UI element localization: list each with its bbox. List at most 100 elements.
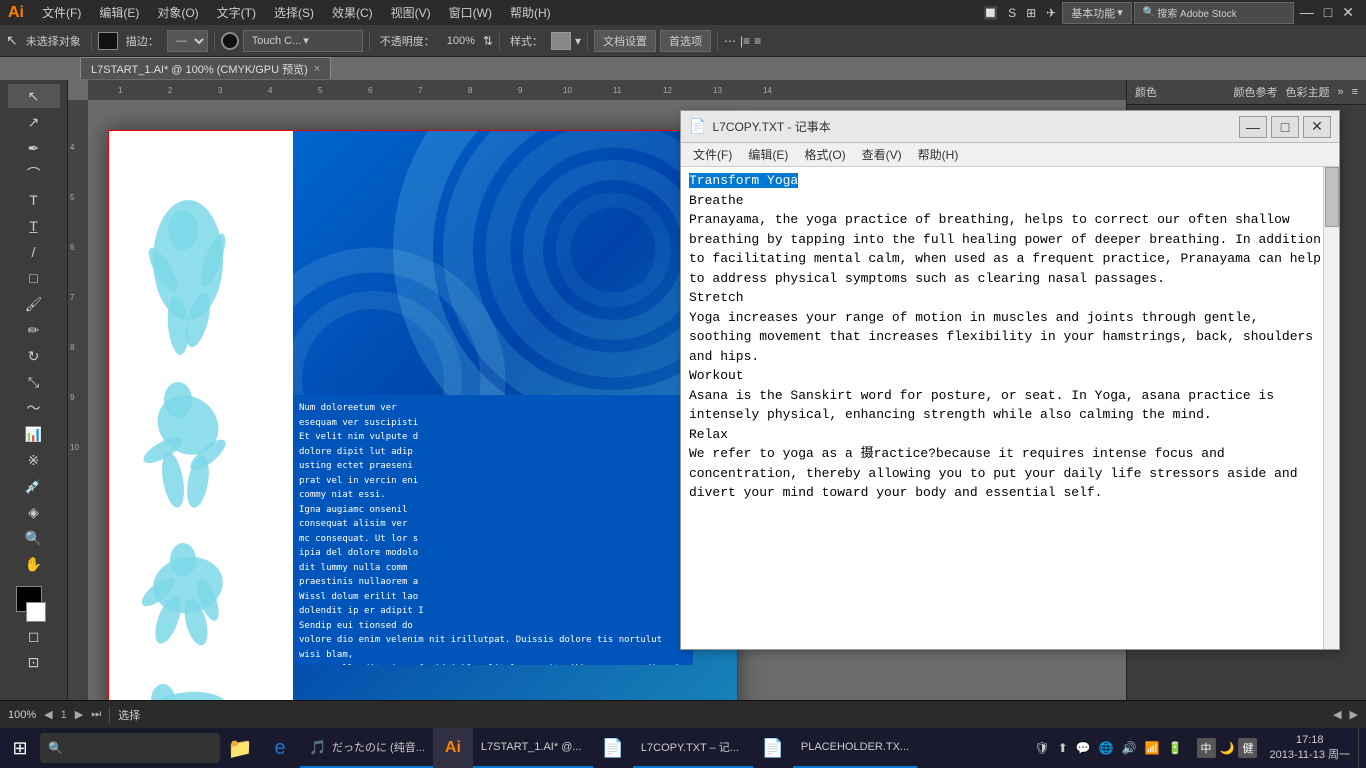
menu-view[interactable]: 视图(V) bbox=[383, 2, 439, 23]
selection-tool-icon[interactable]: ↖ bbox=[6, 32, 18, 49]
toolbar-panels-icon[interactable]: |≡ bbox=[740, 34, 750, 48]
taskbar-app-music[interactable]: 🎵 だったのに (纯音... bbox=[300, 728, 433, 768]
network-icon[interactable]: 🌐 bbox=[1097, 739, 1116, 757]
menu-window[interactable]: 窗口(W) bbox=[441, 2, 500, 23]
color-panel-header: 颜色 颜色参考 色彩主题 » ≡ bbox=[1127, 80, 1366, 105]
update-icon[interactable]: ⬆ bbox=[1056, 739, 1070, 757]
connection-icon[interactable]: 📶 bbox=[1143, 739, 1162, 757]
menu-object[interactable]: 对象(O) bbox=[149, 2, 206, 23]
system-clock[interactable]: 17:18 2013-11-13 周一 bbox=[1261, 733, 1358, 764]
direct-selection-tool[interactable]: ↗ bbox=[8, 110, 60, 134]
fill-color-box[interactable] bbox=[98, 32, 118, 50]
panel-expand-icon[interactable]: » bbox=[1337, 86, 1343, 98]
opacity-stepper[interactable]: ⇅ bbox=[483, 34, 493, 48]
line-tool[interactable]: / bbox=[8, 240, 60, 264]
toolbar-more-icon[interactable]: ⋯ bbox=[724, 34, 736, 48]
screen-mode-button[interactable]: ⊡ bbox=[8, 650, 60, 674]
stroke-width-select[interactable]: — bbox=[167, 30, 208, 52]
extension-icon-2[interactable]: S bbox=[1004, 6, 1020, 20]
symbol-tool[interactable]: ※ bbox=[8, 448, 60, 472]
scrollbar-thumb[interactable] bbox=[1325, 167, 1339, 227]
notepad-minimize-button[interactable]: — bbox=[1239, 116, 1267, 138]
ime-health-icon[interactable]: 健 bbox=[1238, 738, 1257, 758]
hand-tool[interactable]: ✋ bbox=[8, 552, 60, 576]
artboard-body-text: Num doloreetum ver esequam ver suscipist… bbox=[299, 403, 684, 665]
send-icon[interactable]: ✈ bbox=[1042, 6, 1060, 20]
rotate-tool[interactable]: ↻ bbox=[8, 344, 60, 368]
grid-icon[interactable]: ⊞ bbox=[1022, 6, 1040, 20]
warp-tool[interactable]: 〜 bbox=[8, 396, 60, 420]
battery-icon[interactable]: 🔋 bbox=[1166, 739, 1185, 757]
volume-icon[interactable]: 🔊 bbox=[1120, 739, 1139, 757]
taskbar-app-placeholder[interactable]: PLACEHOLDER.TX... bbox=[793, 728, 917, 768]
notepad-content[interactable]: Transform Yoga Breathe Pranayama, the yo… bbox=[681, 167, 1339, 649]
eyedropper-tool[interactable]: 💉 bbox=[8, 474, 60, 498]
notepad-maximize-button[interactable]: □ bbox=[1271, 116, 1299, 138]
menu-select[interactable]: 选择(S) bbox=[266, 2, 322, 23]
ime-moon-icon[interactable]: 🌙 bbox=[1218, 739, 1237, 757]
start-button[interactable]: ⊞ bbox=[0, 728, 40, 768]
draw-mode-button[interactable]: ◻ bbox=[8, 624, 60, 648]
np-menu-edit[interactable]: 编辑(E) bbox=[740, 144, 796, 165]
rect-tool[interactable]: □ bbox=[8, 266, 60, 290]
blend-tool[interactable]: ◈ bbox=[8, 500, 60, 524]
menu-help[interactable]: 帮助(H) bbox=[502, 2, 559, 23]
status-nav-last[interactable]: ⏭ bbox=[91, 708, 101, 721]
scale-icon: ⤡ bbox=[28, 374, 39, 391]
show-desktop-button[interactable] bbox=[1358, 728, 1366, 768]
scale-tool[interactable]: ⤡ bbox=[8, 370, 60, 394]
taskbar-icon-ie[interactable]: e bbox=[260, 728, 300, 768]
np-menu-help[interactable]: 帮助(H) bbox=[910, 144, 967, 165]
color-circle[interactable] bbox=[221, 32, 239, 50]
notepad-scrollbar[interactable] bbox=[1323, 167, 1339, 649]
touch-dropdown[interactable]: Touch C... ▾ bbox=[243, 30, 363, 52]
msg-icon[interactable]: 💬 bbox=[1074, 739, 1093, 757]
taskbar-icon-notepad[interactable]: 📄 bbox=[593, 728, 633, 768]
taskbar-icon-file-explorer[interactable]: 📁 bbox=[220, 728, 260, 768]
taskbar-icon-illustrator[interactable]: Ai bbox=[433, 728, 473, 768]
touch-type-tool[interactable]: T̲ bbox=[8, 214, 60, 238]
taskbar-icon-placeholder[interactable]: 📄 bbox=[753, 728, 793, 768]
scroll-left-icon[interactable]: ◀ bbox=[1333, 708, 1341, 721]
preferences-button[interactable]: 首选项 bbox=[660, 30, 711, 52]
opacity-value: 100% bbox=[443, 33, 479, 49]
curvature-tool[interactable]: ⌒ bbox=[8, 162, 60, 186]
pencil-tool[interactable]: ✏ bbox=[8, 318, 60, 342]
np-menu-view[interactable]: 查看(V) bbox=[854, 144, 910, 165]
menu-file[interactable]: 文件(F) bbox=[34, 2, 89, 23]
workspace-dropdown[interactable]: 基本功能 ▾ bbox=[1062, 2, 1132, 24]
taskbar-search[interactable]: 🔍 bbox=[40, 733, 220, 763]
paint-brush-tool[interactable]: 🖌 bbox=[8, 292, 60, 316]
scroll-right-icon[interactable]: ▶ bbox=[1350, 708, 1358, 721]
pen-tool[interactable]: ✒ bbox=[8, 136, 60, 160]
doc-tab-close[interactable]: × bbox=[314, 63, 320, 75]
graph-tool[interactable]: 📊 bbox=[8, 422, 60, 446]
taskbar-app-notepad[interactable]: L7COPY.TXT – 记... bbox=[633, 728, 753, 768]
menu-edit[interactable]: 编辑(E) bbox=[91, 2, 147, 23]
type-tool[interactable]: T bbox=[8, 188, 60, 212]
style-dropdown-arrow[interactable]: ▾ bbox=[575, 34, 581, 48]
notepad-close-button[interactable]: ✕ bbox=[1303, 116, 1331, 138]
ime-zh-icon[interactable]: 中 bbox=[1197, 738, 1216, 758]
close-icon[interactable]: ✕ bbox=[1338, 4, 1358, 21]
np-menu-format[interactable]: 格式(O) bbox=[796, 144, 853, 165]
document-tab[interactable]: L7START_1.AI* @ 100% (CMYK/GPU 预览) × bbox=[80, 57, 331, 79]
taskbar-app-illustrator[interactable]: L7START_1.AI* @... bbox=[473, 728, 593, 768]
maximize-icon[interactable]: □ bbox=[1320, 4, 1336, 21]
menu-effect[interactable]: 效果(C) bbox=[324, 2, 381, 23]
notepad-line-workout: Workout bbox=[689, 366, 1331, 386]
toolbar-menu-icon[interactable]: ≡ bbox=[754, 34, 761, 48]
minimize-icon[interactable]: — bbox=[1296, 4, 1318, 21]
status-nav-prev[interactable]: ◀ bbox=[44, 708, 52, 721]
doc-settings-button[interactable]: 文档设置 bbox=[594, 30, 656, 52]
status-nav-next[interactable]: ▶ bbox=[75, 708, 83, 721]
np-menu-file[interactable]: 文件(F) bbox=[685, 144, 740, 165]
zoom-tool[interactable]: 🔍 bbox=[8, 526, 60, 550]
antivirus-icon[interactable]: 🛡 bbox=[1032, 739, 1051, 757]
panel-menu-icon[interactable]: ≡ bbox=[1352, 86, 1358, 98]
extension-icon-1[interactable]: 🔲 bbox=[979, 6, 1002, 20]
stock-search[interactable]: 🔍 搜索 Adobe Stock bbox=[1134, 2, 1294, 24]
background-color[interactable] bbox=[26, 602, 46, 622]
selection-tool[interactable]: ↖ bbox=[8, 84, 60, 108]
menu-text[interactable]: 文字(T) bbox=[209, 2, 264, 23]
